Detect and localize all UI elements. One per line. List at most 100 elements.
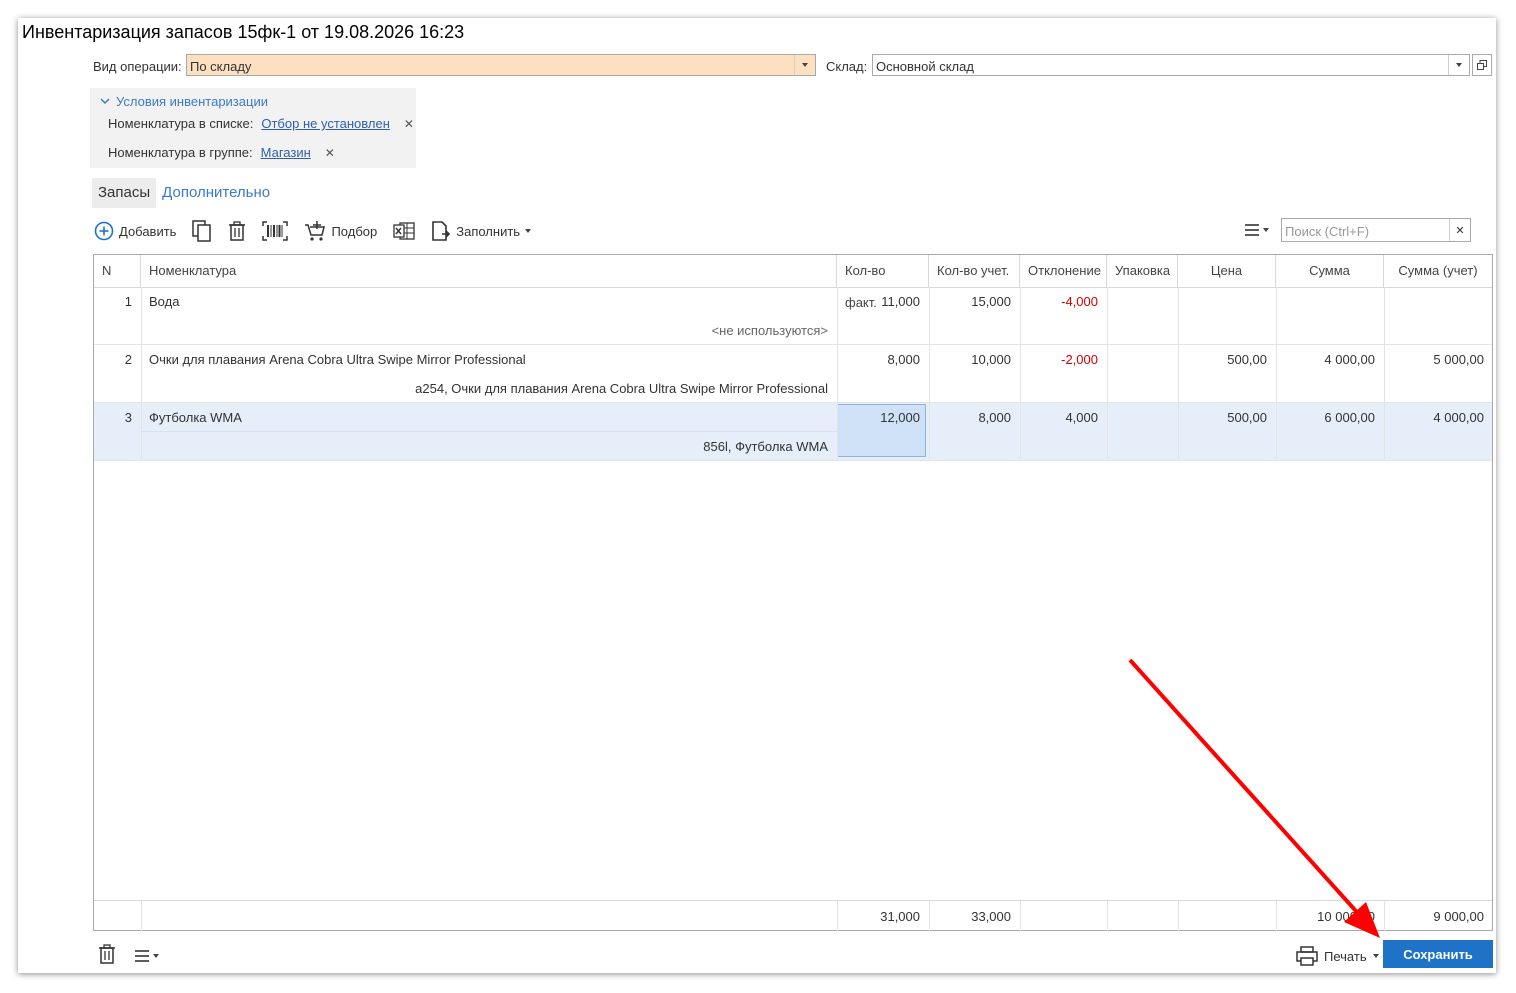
search-placeholder: Поиск (Ctrl+F)	[1285, 224, 1370, 239]
chevron-down-icon	[1263, 228, 1269, 232]
item-characteristic: 856l, Футболка WMA	[703, 439, 828, 454]
add-button[interactable]: Добавить	[94, 218, 176, 244]
item-characteristic: <не используются>	[711, 323, 828, 338]
qty-fact: 8,000	[887, 352, 920, 367]
close-icon[interactable]: ✕	[1449, 219, 1470, 241]
table-toolbar: Добавить Подбор Заполнить	[94, 218, 547, 244]
chevron-down-icon	[153, 954, 159, 958]
item-name: Футболка WMA	[149, 410, 242, 425]
condition-list-label: Номенклатура в списке:	[108, 116, 254, 131]
deviation: -2,000	[1061, 352, 1098, 367]
conditions-panel: Условия инвентаризации Номенклатура в сп…	[90, 88, 416, 168]
tab-additional[interactable]: Дополнительно	[156, 178, 276, 208]
warehouse-label: Склад:	[826, 59, 868, 74]
column-header-qty-acc[interactable]: Кол-во учет.	[929, 255, 1020, 287]
pick-button-label: Подбор	[331, 223, 378, 239]
search-input[interactable]: Поиск (Ctrl+F) ✕	[1281, 218, 1471, 242]
stock-table: N Номенклатура Кол-во факт. Кол-во учет.…	[93, 254, 1493, 931]
pick-button[interactable]: Подбор	[304, 218, 377, 244]
printer-icon	[1296, 946, 1318, 966]
total-sum-accounting: 9 000,00	[1433, 909, 1484, 924]
trash-icon	[99, 944, 115, 964]
delete-document-button[interactable]	[98, 944, 116, 967]
bottom-menu-button[interactable]	[134, 949, 159, 963]
chevron-down-icon	[100, 98, 110, 105]
condition-group: Номенклатура в группе: Магазин ✕	[108, 145, 335, 160]
trash-icon	[229, 221, 246, 241]
tab-bar: Запасы Дополнительно	[92, 178, 276, 208]
condition-list-link[interactable]: Отбор не установлен	[261, 116, 390, 131]
condition-group-link[interactable]: Магазин	[261, 145, 311, 160]
table-footer: 31,000 33,000 10 000,00 9 000,00	[94, 900, 1492, 931]
condition-list: Номенклатура в списке: Отбор не установле…	[108, 116, 414, 131]
row-number: 1	[124, 294, 132, 309]
cart-add-icon	[305, 221, 326, 241]
warehouse-value: Основной склад	[876, 59, 974, 74]
copy-icon	[192, 220, 212, 242]
chevron-down-icon	[1372, 954, 1379, 958]
operation-value: По складу	[190, 59, 252, 74]
save-button[interactable]: Сохранить	[1383, 940, 1493, 968]
sum: 4 000,00	[1324, 352, 1375, 367]
open-window-icon	[1477, 60, 1487, 70]
deviation: -4,000	[1061, 294, 1098, 309]
plus-circle-icon	[94, 221, 114, 241]
document-title: Инвентаризация запасов 15фк-1 от 19.08.2…	[22, 22, 465, 42]
deviation: 4,000	[1065, 410, 1098, 425]
price: 500,00	[1227, 410, 1267, 425]
row-number: 2	[124, 352, 132, 367]
menu-icon	[135, 950, 149, 962]
column-header-pack[interactable]: Упаковка	[1107, 255, 1178, 287]
print-button[interactable]: Печать	[1296, 946, 1379, 966]
sum-accounting: 4 000,00	[1433, 410, 1484, 425]
print-button-label: Печать	[1324, 948, 1367, 964]
column-header-item[interactable]: Номенклатура	[141, 255, 837, 287]
warehouse-select[interactable]: Основной склад	[872, 54, 1470, 76]
menu-icon	[1245, 224, 1259, 236]
warehouse-dropdown-button[interactable]	[1448, 55, 1469, 75]
close-icon[interactable]: ✕	[325, 146, 335, 160]
fill-button[interactable]: Заполнить	[431, 218, 532, 244]
column-header-deviation[interactable]: Отклонение	[1020, 255, 1107, 287]
delete-button[interactable]	[228, 218, 246, 244]
chevron-down-icon	[1456, 63, 1462, 67]
add-button-label: Добавить	[119, 223, 177, 239]
qty-accounting: 8,000	[978, 410, 1011, 425]
operation-dropdown-button[interactable]	[794, 55, 815, 75]
qty-accounting: 10,000	[971, 352, 1011, 367]
excel-icon	[393, 222, 415, 240]
conditions-toggle[interactable]: Условия инвентаризации	[100, 94, 268, 109]
header-fields: Вид операции: По складу Склад: Основной …	[18, 54, 1496, 78]
operation-label: Вид операции:	[93, 59, 182, 74]
item-name: Вода	[149, 294, 180, 309]
sum-accounting: 5 000,00	[1433, 352, 1484, 367]
item-characteristic: a254, Очки для плавания Arena Cobra Ultr…	[415, 381, 828, 396]
more-actions-button[interactable]	[1244, 223, 1269, 237]
barcode-button[interactable]	[262, 218, 289, 244]
conditions-title: Условия инвентаризации	[116, 94, 268, 109]
warehouse-open-button[interactable]	[1472, 54, 1492, 76]
condition-group-label: Номенклатура в группе:	[108, 145, 253, 160]
total-sum: 10 000,00	[1317, 909, 1375, 924]
excel-button[interactable]	[393, 218, 415, 244]
fill-button-label: Заполнить	[456, 223, 521, 239]
qty-fact: 11,000	[881, 294, 920, 309]
table-header: N Номенклатура Кол-во факт. Кол-во учет.…	[94, 255, 1492, 310]
column-header-sum[interactable]: Сумма	[1276, 255, 1384, 287]
column-header-sum-acc[interactable]: Сумма (учет)	[1384, 255, 1492, 287]
qty-accounting: 15,000	[971, 294, 1011, 309]
document-window: Инвентаризация запасов 15фк-1 от 19.08.2…	[18, 18, 1496, 973]
total-qty-accounting: 33,000	[971, 909, 1011, 924]
price: 500,00	[1227, 352, 1267, 367]
tab-stock[interactable]: Запасы	[92, 178, 157, 208]
total-qty-fact: 31,000	[880, 909, 920, 924]
column-header-price[interactable]: Цена	[1178, 255, 1276, 287]
column-header-n[interactable]: N	[94, 255, 141, 287]
operation-select[interactable]: По складу	[186, 54, 816, 76]
column-header-qty-fact[interactable]: Кол-во факт.	[837, 255, 929, 310]
chevron-down-icon	[802, 63, 808, 67]
sum: 6 000,00	[1324, 410, 1375, 425]
copy-button[interactable]	[192, 218, 212, 244]
chevron-down-icon	[525, 229, 532, 233]
close-icon[interactable]: ✕	[404, 117, 414, 131]
